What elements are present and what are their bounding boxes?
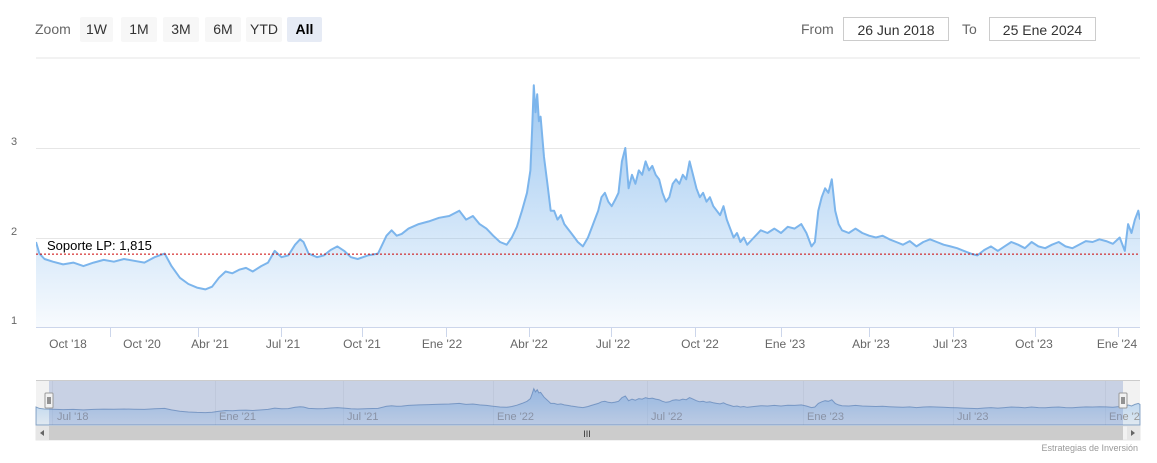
x-tick-label: Oct '22 xyxy=(681,337,719,351)
navigator-selection[interactable] xyxy=(49,380,1123,425)
x-tick-label: Jul '23 xyxy=(933,337,968,351)
navigator-handle-left[interactable] xyxy=(44,392,54,409)
x-tick-label: Abr '23 xyxy=(852,337,890,351)
series-area xyxy=(36,85,1140,327)
x-tick-label: Abr '22 xyxy=(510,337,548,351)
x-tick-label: Oct '18 xyxy=(49,337,87,351)
y-tick-3: 3 xyxy=(11,136,17,148)
navigator-handle-right[interactable] xyxy=(1118,392,1128,409)
y-tick-1: 1 xyxy=(11,315,17,327)
scrollbar-grip-icon: III xyxy=(583,429,591,439)
x-tick-label: Oct '20 xyxy=(123,337,161,351)
x-tick-label: Ene '24 xyxy=(1097,337,1138,351)
support-label: Soporte LP: 1,815 xyxy=(47,238,152,253)
price-chart: 3 2 1 Soporte LP: 1,815 Oct '18 Oct '20 … xyxy=(11,57,1141,453)
x-axis-labels: Oct '18 Oct '20 Abr '21 Jul '21 Oct '21 … xyxy=(49,328,1137,351)
y-tick-2: 2 xyxy=(11,226,17,238)
chart-credits[interactable]: Estrategias de Inversión xyxy=(1041,443,1138,453)
x-tick-label: Abr '21 xyxy=(191,337,229,351)
x-tick-label: Jul '22 xyxy=(596,337,631,351)
navigator[interactable]: Jul '18 Ene '21 Jul '21 Ene '22 Jul '22 … xyxy=(35,380,1141,426)
x-tick-label: Oct '21 xyxy=(343,337,381,351)
scrollbar[interactable]: III xyxy=(35,425,1141,441)
x-tick-label: Ene '22 xyxy=(422,337,463,351)
x-tick-label: Oct '23 xyxy=(1015,337,1053,351)
x-tick-label: Ene '23 xyxy=(765,337,806,351)
y-axis-labels: 3 2 1 xyxy=(11,136,17,327)
x-tick-label: Jul '21 xyxy=(266,337,301,351)
